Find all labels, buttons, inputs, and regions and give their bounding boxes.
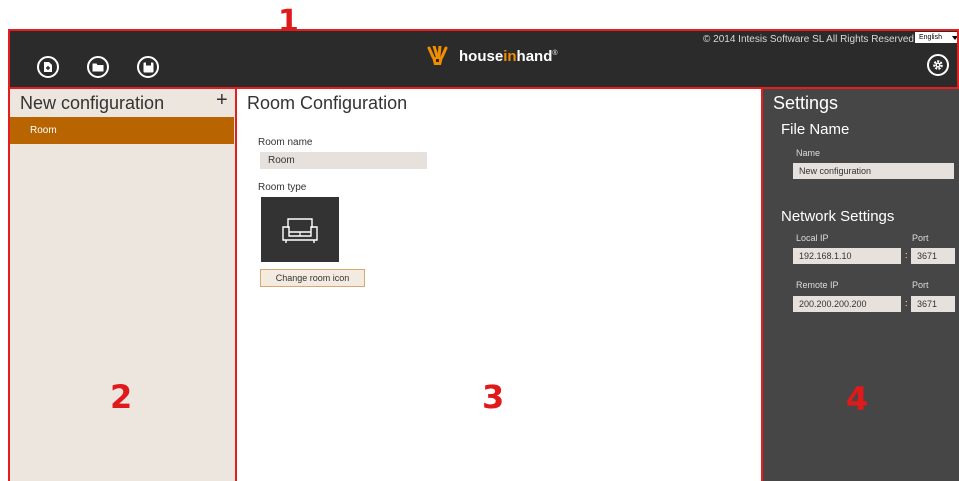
language-value: English	[919, 34, 942, 41]
logo-house: house	[459, 47, 504, 65]
local-port-label: Port	[912, 233, 929, 243]
remote-ip-input[interactable]: 200.200.200.200	[793, 296, 901, 312]
settings-title: Settings	[773, 93, 839, 113]
houseinhand-logo: houseinhand®	[425, 46, 558, 66]
local-port-input[interactable]: 3671	[911, 248, 955, 264]
file-name-input[interactable]: New configuration	[793, 163, 954, 179]
logo-trademark: ®	[552, 49, 558, 57]
annotation-number-4: 4	[846, 380, 869, 418]
name-label: Name	[796, 148, 821, 158]
local-ip-label: Local IP	[796, 233, 829, 243]
open-folder-button[interactable]	[87, 56, 109, 78]
configuration-tree-panel	[8, 88, 236, 481]
settings-button[interactable]	[927, 54, 949, 76]
local-ip-port-separator: :	[905, 250, 908, 260]
sidebar-item-room[interactable]: Room	[10, 117, 234, 144]
new-file-button[interactable]	[37, 56, 59, 78]
change-room-icon-button[interactable]: Change room icon	[260, 269, 365, 287]
remote-ip-label: Remote IP	[796, 280, 839, 290]
open-folder-icon	[92, 63, 104, 72]
new-file-icon	[44, 62, 52, 72]
network-settings-title: Network Settings	[781, 208, 895, 225]
hand-logo-icon	[427, 46, 448, 65]
room-name-label: Room name	[258, 137, 313, 148]
language-select[interactable]: English	[915, 32, 959, 43]
configuration-title: New configuration	[20, 93, 165, 113]
gear-icon	[933, 60, 943, 70]
chevron-down-icon	[952, 36, 958, 40]
remote-ip-port-separator: :	[905, 298, 908, 308]
copyright-text: © 2014 Intesis Software SL All Rights Re…	[703, 34, 914, 45]
logo-text: houseinhand®	[459, 48, 558, 65]
sofa-icon	[282, 217, 318, 243]
settings-panel	[762, 88, 959, 481]
remote-port-input[interactable]: 3671	[911, 296, 955, 312]
logo-hand: hand	[516, 47, 553, 65]
annotation-number-1: 1	[278, 4, 299, 39]
local-ip-input[interactable]: 192.168.1.10	[793, 248, 901, 264]
page-title: Room Configuration	[247, 93, 408, 113]
annotation-number-3: 3	[482, 378, 505, 416]
logo-in: in	[503, 47, 517, 65]
save-button[interactable]	[137, 56, 159, 78]
file-name-title: File Name	[781, 121, 850, 138]
add-room-button[interactable]: +	[216, 89, 228, 112]
room-type-label: Room type	[258, 182, 307, 193]
save-icon	[143, 62, 153, 72]
remote-port-label: Port	[912, 280, 929, 290]
room-type-image	[261, 197, 339, 262]
room-name-input[interactable]	[260, 152, 427, 169]
annotation-number-2: 2	[110, 378, 133, 416]
